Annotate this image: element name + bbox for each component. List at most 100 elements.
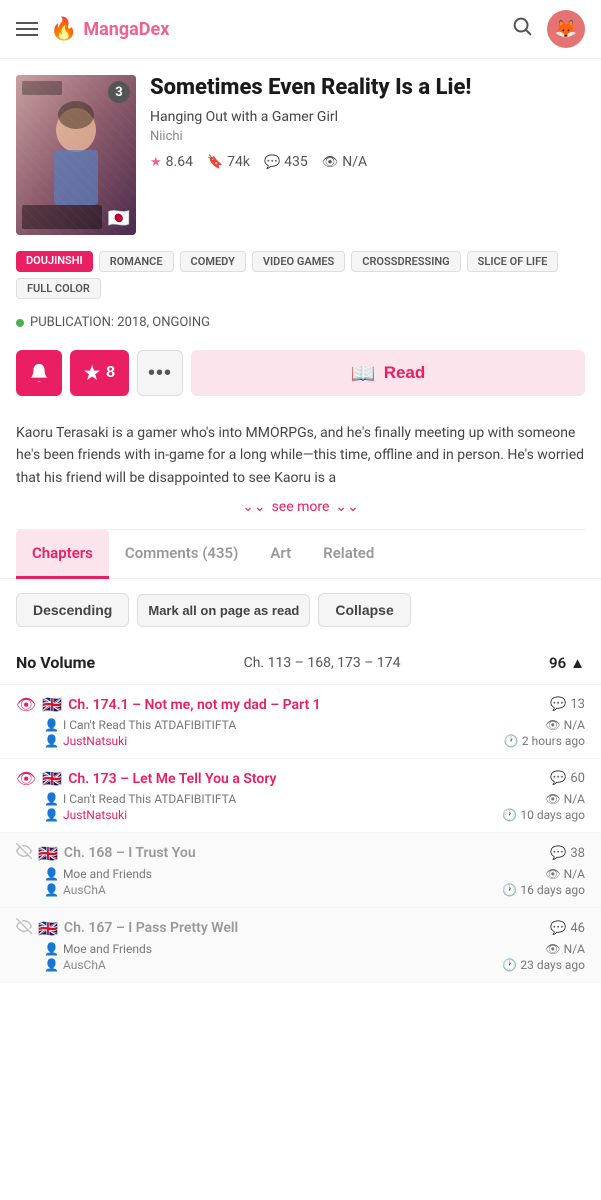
chapter-title[interactable]: Ch. 168 – I Trust You (64, 845, 196, 861)
chapter-group-name: 👤 I Can't Read This ATDAFIBITIFTA (44, 792, 236, 806)
comments-value: 435 (284, 154, 308, 170)
tab-bar: Chapters Comments (435) Art Related (0, 530, 601, 579)
chapter-list: 👁 🇬🇧 Ch. 174.1 – Not me, not my dad – Pa… (0, 684, 601, 983)
descending-label: Descending (33, 602, 112, 618)
chapter-uploader-row: 👤 AusChA 🕐 23 days ago (16, 958, 585, 972)
tag-slice-of-life[interactable]: SLICE OF LIFE (467, 251, 559, 272)
manga-subtitle: Hanging Out with a Gamer Girl (150, 109, 585, 125)
count-value: 96 (549, 654, 566, 672)
views-label: N/A (564, 867, 585, 881)
tab-art-label: Art (270, 544, 291, 562)
chapter-title[interactable]: Ch. 173 – Let Me Tell You a Story (68, 771, 276, 787)
chapter-uploader[interactable]: 👤 AusChA (44, 883, 106, 897)
description-text: Kaoru Terasaki is a gamer who's into MMO… (16, 422, 585, 489)
chapter-time: 🕐 10 days ago (502, 808, 585, 822)
eye-views-icon: 👁 (545, 718, 560, 732)
uploader-name: AusChA (63, 883, 106, 897)
tab-art[interactable]: Art (254, 530, 307, 579)
volume-row: No Volume Ch. 113 – 168, 173 – 174 96 ▲ (0, 641, 601, 684)
chapter-title[interactable]: Ch. 167 – I Pass Pretty Well (64, 920, 238, 936)
manga-cover[interactable]: 3 🇯🇵 (16, 75, 136, 235)
tag-comedy[interactable]: COMEDY (180, 251, 246, 272)
chapter-comment-count: 46 (570, 921, 585, 936)
notification-bell-button[interactable] (16, 350, 62, 396)
tab-chapters[interactable]: Chapters (16, 530, 109, 579)
more-options-button[interactable]: ••• (137, 350, 183, 396)
chapter-uploader[interactable]: 👤 JustNatsuki (44, 808, 127, 822)
user-avatar[interactable]: 🦊 (547, 10, 585, 48)
tag-full-color[interactable]: FULL COLOR (16, 278, 101, 299)
chapter-group-name: 👤 Moe and Friends (44, 942, 152, 956)
uploader-icon: 👤 (44, 958, 59, 972)
chevron-down-right-icon: ⌄⌄ (335, 499, 358, 515)
chapter-time: 🕐 2 hours ago (504, 734, 585, 748)
follow-button[interactable]: ★ 8 (70, 350, 129, 396)
comment-count-icon: 💬 (550, 697, 566, 712)
chapter-comment-count: 38 (570, 846, 585, 861)
comments-stat: 💬 435 (264, 154, 308, 170)
manga-stats: ★ 8.64 🔖 74k 💬 435 👁 N/A (150, 154, 585, 170)
time-label: 16 days ago (520, 883, 585, 897)
uploader-icon: 👤 (44, 808, 59, 822)
comment-count-icon: 💬 (550, 771, 566, 786)
search-button[interactable] (511, 15, 533, 43)
book-icon: 📖 (351, 361, 376, 386)
chapter-group-name: 👤 Moe and Friends (44, 867, 152, 881)
tag-video-games[interactable]: VIDEO GAMES (252, 251, 345, 272)
group-label: Moe and Friends (63, 942, 152, 956)
chapter-main-row: 👁 🇬🇧 Ch. 173 – Let Me Tell You a Story 💬… (16, 769, 585, 788)
eye-views-icon: 👁 (545, 942, 560, 956)
chapter-right: 💬 46 (550, 921, 585, 936)
follows-value: 74k (227, 154, 250, 170)
tag-crossdressing[interactable]: CROSSDRESSING (351, 251, 460, 272)
chevron-up-icon[interactable]: ▲ (570, 654, 585, 672)
header: 🔥 MangaDex 🦊 (0, 0, 601, 59)
star-follow-icon: ★ (84, 363, 100, 384)
see-more-label: see more (272, 499, 330, 515)
read-button[interactable]: 📖 Read (191, 350, 585, 396)
uploader-name: JustNatsuki (63, 734, 127, 748)
cover-flag: 🇯🇵 (108, 208, 130, 229)
chapter-uploader[interactable]: 👤 JustNatsuki (44, 734, 127, 748)
mark-all-label: Mark all on page as read (148, 603, 299, 618)
chapter-title[interactable]: Ch. 174.1 – Not me, not my dad – Part 1 (68, 697, 320, 713)
time-label: 23 days ago (520, 958, 585, 972)
manga-author: Niichi (150, 129, 585, 144)
chapter-left: 👁 🇬🇧 Ch. 173 – Let Me Tell You a Story (16, 769, 276, 788)
chapter-left: 🇬🇧 Ch. 168 – I Trust You (16, 843, 196, 863)
tag-romance[interactable]: ROMANCE (99, 251, 174, 272)
chapter-uploader-row: 👤 JustNatsuki 🕐 10 days ago (16, 808, 585, 822)
rating-value: 8.64 (166, 154, 193, 170)
chapter-uploader[interactable]: 👤 AusChA (44, 958, 106, 972)
chapter-item: 👁 🇬🇧 Ch. 174.1 – Not me, not my dad – Pa… (0, 685, 601, 759)
collapse-button[interactable]: Collapse (318, 593, 410, 627)
see-more-button[interactable]: ⌄⌄ see more ⌄⌄ (0, 493, 601, 529)
read-eye-icon: 👁 (16, 695, 36, 714)
header-right: 🦊 (511, 10, 585, 48)
chapter-uploader-row: 👤 AusChA 🕐 16 days ago (16, 883, 585, 897)
views-stat: 👁 N/A (322, 154, 367, 170)
person-icon: 👤 (44, 792, 59, 806)
chapter-comment-count: 13 (570, 697, 585, 712)
eye-views-icon: 👁 (545, 867, 560, 881)
header-left: 🔥 MangaDex (16, 17, 169, 42)
publication-status: PUBLICATION: 2018, ONGOING (0, 309, 601, 342)
tag-doujinshi[interactable]: DOUJINSHI (16, 251, 93, 272)
tab-comments[interactable]: Comments (435) (109, 530, 254, 579)
manga-details: Sometimes Even Reality Is a Lie! Hanging… (150, 75, 585, 170)
chapter-time: 🕐 16 days ago (502, 883, 585, 897)
chapter-flag: 🇬🇧 (42, 695, 62, 714)
views-label: N/A (564, 718, 585, 732)
volume-count: 96 ▲ (549, 654, 585, 672)
chapter-item: 👁 🇬🇧 Ch. 173 – Let Me Tell You a Story 💬… (0, 759, 601, 833)
descending-filter-button[interactable]: Descending (16, 593, 129, 627)
chapter-views: 👁 N/A (545, 942, 585, 956)
eye-icon: 👁 (322, 155, 339, 170)
tab-related[interactable]: Related (307, 530, 390, 579)
mark-all-read-button[interactable]: Mark all on page as read (137, 594, 310, 627)
chapter-main-row: 👁 🇬🇧 Ch. 174.1 – Not me, not my dad – Pa… (16, 695, 585, 714)
logo-text: MangaDex (83, 19, 169, 40)
chevron-down-left-icon: ⌄⌄ (242, 499, 265, 515)
chapter-comment-count: 60 (570, 771, 585, 786)
hamburger-menu-button[interactable] (16, 22, 38, 36)
